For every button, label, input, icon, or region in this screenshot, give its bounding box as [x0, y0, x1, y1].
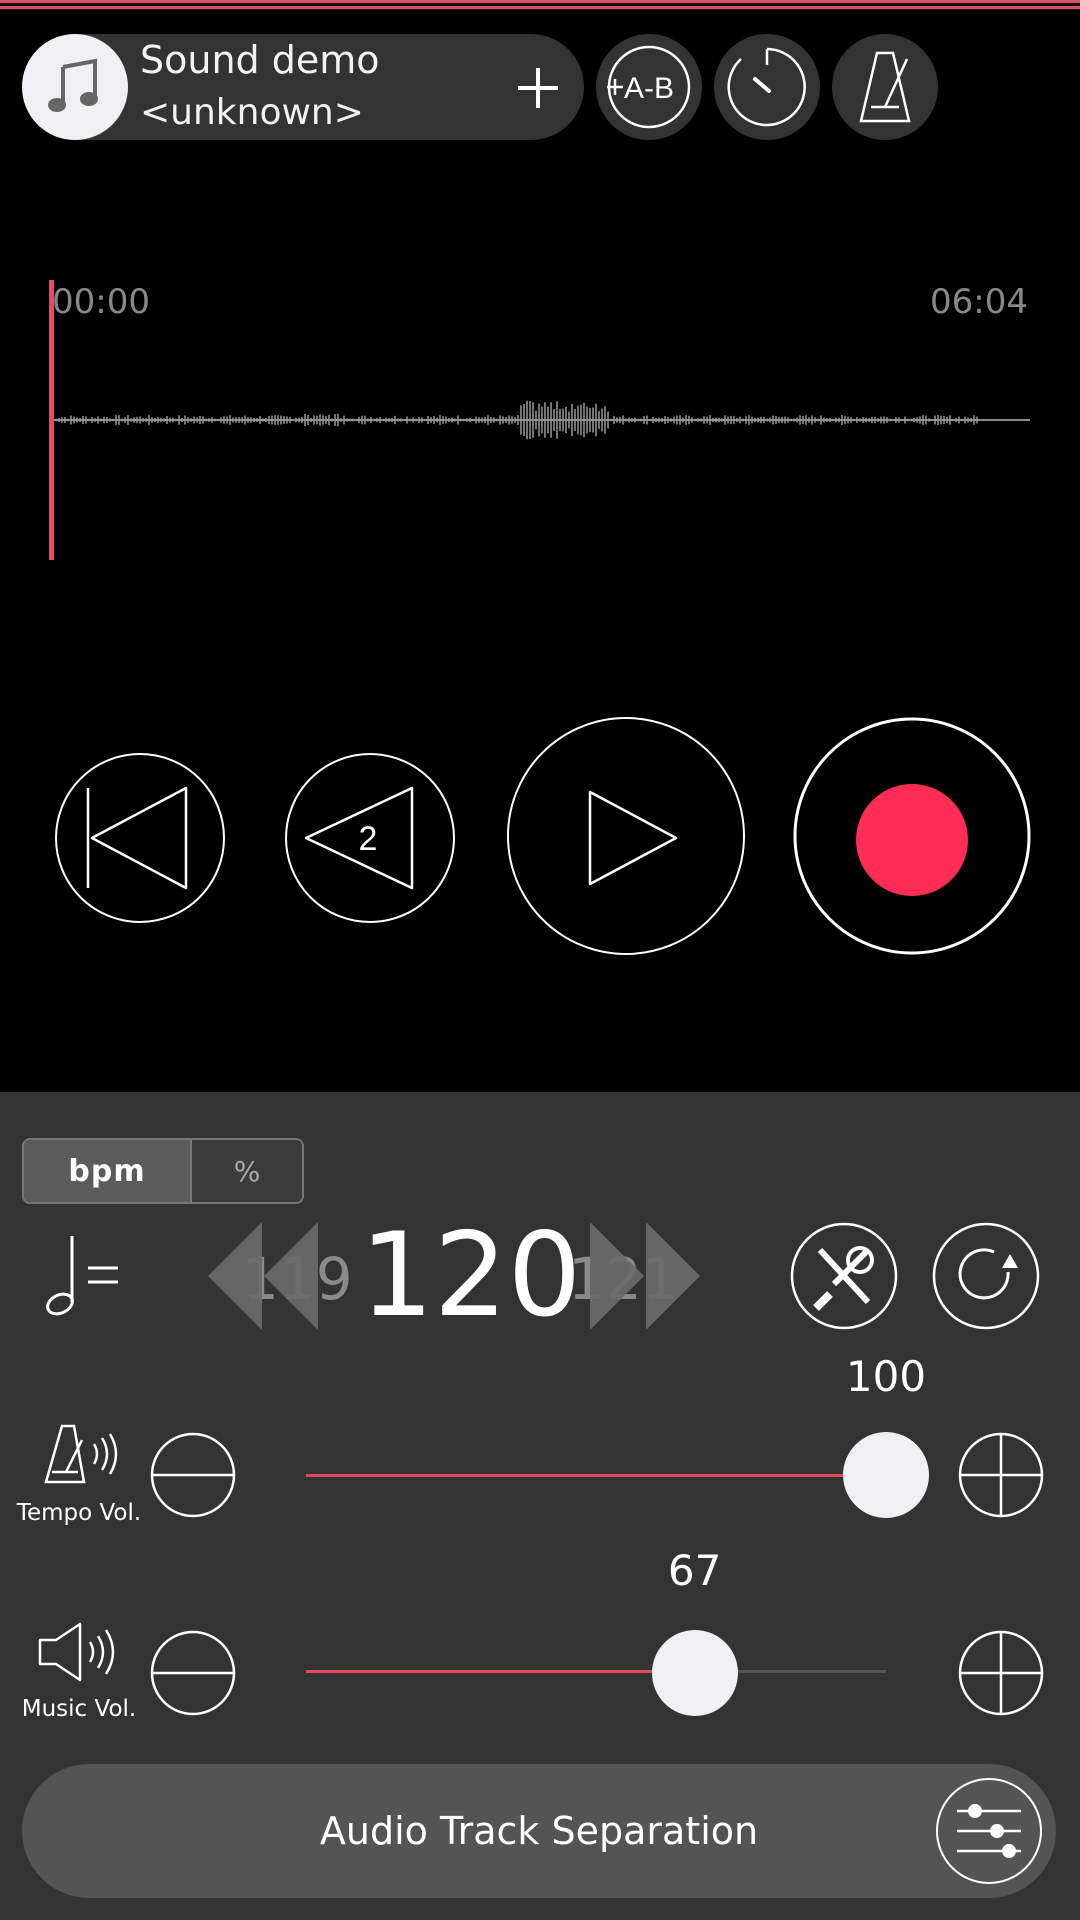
plus-circle-icon [958, 1432, 1044, 1518]
timer-icon [727, 47, 806, 127]
tempo-value[interactable]: 120 [360, 1218, 581, 1334]
top-accent-line [0, 0, 1080, 10]
tempo-increase-button[interactable] [588, 1218, 708, 1338]
double-chevron-right-icon [590, 1222, 700, 1330]
plus-circle-icon [958, 1630, 1044, 1716]
music-volume-thumb[interactable] [651, 1630, 738, 1716]
music-volume-decrease-button[interactable] [150, 1630, 236, 1720]
audio-track-separation-label: Audio Track Separation [319, 1809, 759, 1853]
play-button[interactable] [506, 716, 746, 956]
music-volume-increase-button[interactable] [958, 1630, 1044, 1720]
tempo-decrease-button[interactable] [206, 1218, 326, 1338]
unit-bpm-option[interactable]: bpm [24, 1140, 190, 1202]
minus-circle-icon [150, 1432, 236, 1518]
tempo-volume-label: Tempo Vol. [16, 1500, 142, 1526]
tempo-volume-value: 100 [845, 1352, 927, 1401]
metronome-icon [859, 51, 911, 123]
music-volume-label: Music Vol. [21, 1696, 137, 1722]
music-volume-value: 67 [667, 1546, 722, 1595]
tempo-volume-increase-button[interactable] [958, 1432, 1044, 1522]
unit-percent-option[interactable]: % [190, 1140, 302, 1202]
tempo-volume-thumb[interactable] [843, 1432, 929, 1518]
plus-icon [518, 68, 558, 108]
timer-button[interactable] [714, 34, 820, 140]
record-button[interactable] [792, 716, 1032, 956]
time-start: 00:00 [52, 282, 150, 322]
metronome-button[interactable] [832, 34, 938, 140]
playhead[interactable] [49, 280, 54, 560]
ab-repeat-label: A-B [624, 72, 674, 105]
speaker-icon [32, 1620, 132, 1688]
sliders-icon [957, 1804, 1021, 1858]
add-track-button[interactable] [508, 58, 568, 118]
tools-icon [790, 1222, 898, 1330]
music-volume-slider[interactable] [306, 1670, 886, 1673]
record-icon [793, 717, 1031, 955]
waveform[interactable] [50, 380, 1030, 460]
minus-circle-icon [150, 1630, 236, 1716]
ab-repeat-button[interactable]: A-B [596, 34, 702, 140]
rewind-icon: 2 [285, 753, 455, 923]
double-chevron-left-icon [208, 1222, 318, 1330]
refresh-icon [932, 1222, 1040, 1330]
skip-to-start-icon [55, 753, 225, 923]
skip-to-start-button[interactable] [54, 752, 226, 924]
rewind-seconds: 2 [359, 820, 378, 858]
tempo-volume-slider[interactable] [306, 1474, 886, 1477]
play-icon [507, 717, 745, 955]
reset-tempo-button[interactable] [932, 1222, 1040, 1330]
time-end: 06:04 [930, 282, 1028, 322]
mixer-settings-button[interactable] [936, 1778, 1042, 1884]
tempo-unit-toggle[interactable]: bpm % [22, 1138, 304, 1204]
half-note-equals-icon [36, 1232, 126, 1326]
ab-repeat-icon: A-B [607, 45, 691, 129]
music-note-icon [22, 34, 128, 140]
tools-button[interactable] [790, 1222, 898, 1330]
track-title: Sound demo [140, 38, 380, 82]
rewind-button[interactable]: 2 [284, 752, 456, 924]
tempo-volume-decrease-button[interactable] [150, 1432, 236, 1522]
tempo-volume-icon [22, 1420, 142, 1494]
track-artist: <unknown> [140, 92, 364, 133]
